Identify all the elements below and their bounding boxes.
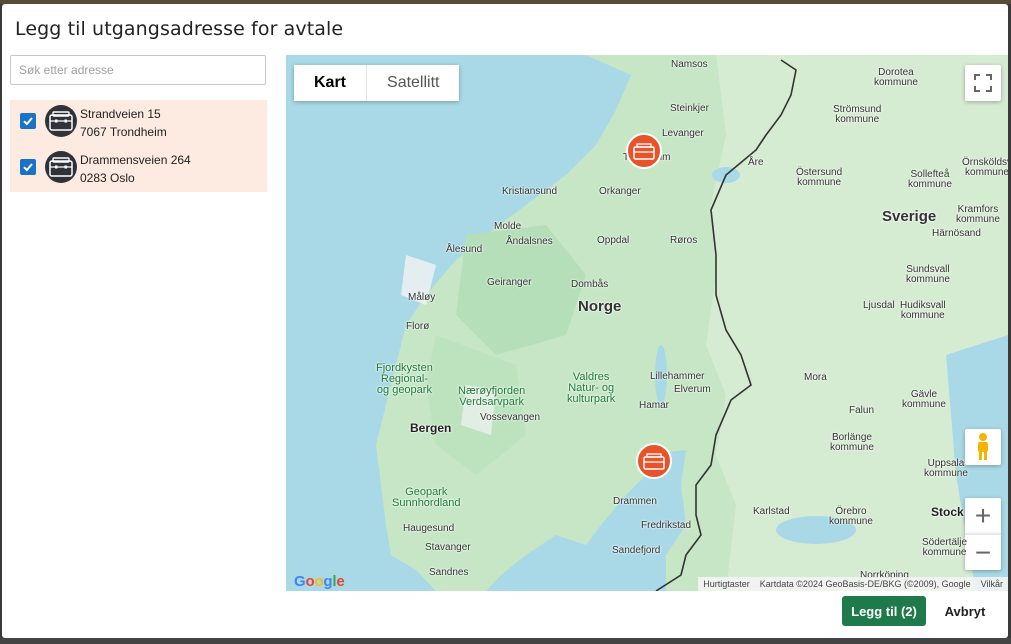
map-label-norway: Norge [578,298,622,315]
map-label-levanger: Levanger [662,128,704,139]
map-label-stromsund: Strömsund kommune [833,104,882,125]
map-label-gavle: Gävle kommune [902,389,946,410]
checkmark-icon [23,117,33,126]
map-label-harnosand: Härnösand [932,228,981,239]
map-label-orebro: Örebro kommune [829,506,873,527]
pegman-icon [978,433,988,460]
map-label-oppdal: Oppdal [597,235,630,246]
add-start-address-dialog: Legg til utgangsadresse for avtale Stran… [2,4,1008,638]
address-item-oslo[interactable]: Drammensveien 264 0283 Oslo [10,146,267,192]
map-label-stavanger: Stavanger [425,542,471,553]
map-label-sunnhordland: Geopark Sunnhordland [392,486,461,509]
map-marker-trondheim[interactable] [626,133,662,173]
map-label-maloy: Måløy [408,292,436,303]
page-backdrop-bottom [0,638,1011,644]
map-label-haugesund: Haugesund [403,523,455,534]
map-label-floro: Florø [406,321,430,332]
address-checkbox[interactable] [20,113,36,129]
map-attribution: Hurtigtaster Kartdata ©2024 GeoBasis-DE/… [698,577,1008,591]
street-view-button[interactable] [965,429,1001,465]
map-label-valdres: Valdres Natur- og kulturpark [567,371,616,405]
zoom-out-button[interactable]: − [965,534,1001,570]
map-label-borlange: Borlänge kommune [830,432,874,453]
map-label-naeroyfjorden: Nærøyfjorden Verdsarvpark [458,385,526,408]
map-label-hamar: Hamar [639,400,670,411]
address-search-input[interactable] [10,55,266,85]
map-label-molde: Molde [494,221,522,232]
map-label-sandefjord: Sandefjord [612,545,661,556]
map-label-namsos: Namsos [671,59,708,70]
map-label-alesund: Ålesund [446,244,483,255]
checkmark-icon [23,163,33,172]
fullscreen-button[interactable] [965,65,1001,101]
address-city: 0283 Oslo [80,171,135,185]
map-label-sandnes: Sandnes [429,567,469,578]
address-item-trondheim[interactable]: Strandveien 15 7067 Trondheim [10,100,267,146]
map-label-kramfors: Kramfors kommune [956,204,1000,225]
keyboard-shortcuts-link[interactable]: Hurtigtaster [698,579,755,589]
map-label-lillehammer: Lillehammer [650,371,705,382]
briefcase-icon [49,111,73,131]
map-label-fredrikstad: Fredrikstad [641,520,692,531]
map-label-dombas: Dombås [571,279,609,290]
map-type-satellite-button[interactable]: Satellitt [367,65,460,101]
fullscreen-icon [974,74,992,92]
map-label-vossevangen: Vossevangen [480,412,541,423]
address-street: Drammensveien 264 [80,153,191,167]
google-logo: Google [294,573,345,590]
map-label-steinkjer: Steinkjer [670,103,709,114]
map-label-elverum: Elverum [674,384,711,395]
map-label-hudiksvall: Hudiksvall kommune [900,300,946,321]
address-avatar [45,151,77,183]
map-marker-oslo[interactable] [636,443,672,483]
map-label-uppsala: Uppsala kommune [924,458,968,479]
map-label-sodertalje: Södertälje kommune [922,537,968,558]
map-label-fjordkysten: Fjordkysten Regional- og geopark [376,362,433,396]
map-label-roros: Røros [670,235,698,246]
map-label-geiranger: Geiranger [487,277,532,288]
cancel-button[interactable]: Avbryt [932,596,998,626]
map-data-text: Kartdata ©2024 GeoBasis-DE/BKG (©2009), … [759,579,971,589]
map-label-sollefta: Sollefteå kommune [908,169,952,190]
map-label-dorotea: Dorotea kommune [874,67,918,88]
map-label-ostersund: Östersund kommune [796,167,843,188]
selected-address-list: Strandveien 15 7067 Trondheim Drammensve… [10,100,267,192]
map-label-falun: Falun [849,405,875,416]
map-label-ljusdal: Ljusdal [863,300,895,311]
dialog-title: Legg til utgangsadresse for avtale [15,18,344,40]
add-button[interactable]: Legg til (2) [842,596,926,626]
address-city: 7067 Trondheim [80,125,167,139]
map-view[interactable]: Kart Satellitt + − Norge Sverige Namsos … [286,55,1008,591]
map-label-stockholm: Stock [931,505,964,519]
map-label-drammen: Drammen [613,496,657,507]
address-checkbox[interactable] [20,159,36,175]
map-label-sweden: Sverige [882,208,937,225]
map-label-ornskoldsvik: Örnsköldsv kommune [962,157,1008,178]
map-label-kristiansund: Kristiansund [502,186,558,197]
zoom-in-button[interactable]: + [965,498,1001,534]
map-label-andalsnes: Åndalsnes [506,236,553,247]
terms-link[interactable]: Vilkår [976,579,1008,589]
map-type-map-button[interactable]: Kart [294,65,368,101]
map-type-switcher: Kart Satellitt [294,65,460,101]
address-avatar [45,105,77,137]
map-label-are: Åre [748,157,764,168]
briefcase-icon [49,157,73,177]
map-label-bergen: Bergen [410,421,452,435]
map-label-sundsvall: Sundsvall kommune [906,264,950,285]
map-label-mora: Mora [804,372,827,383]
map-label-orkanger: Orkanger [599,186,641,197]
map-label-karlstad: Karlstad [753,506,790,517]
address-street: Strandveien 15 [80,107,161,121]
